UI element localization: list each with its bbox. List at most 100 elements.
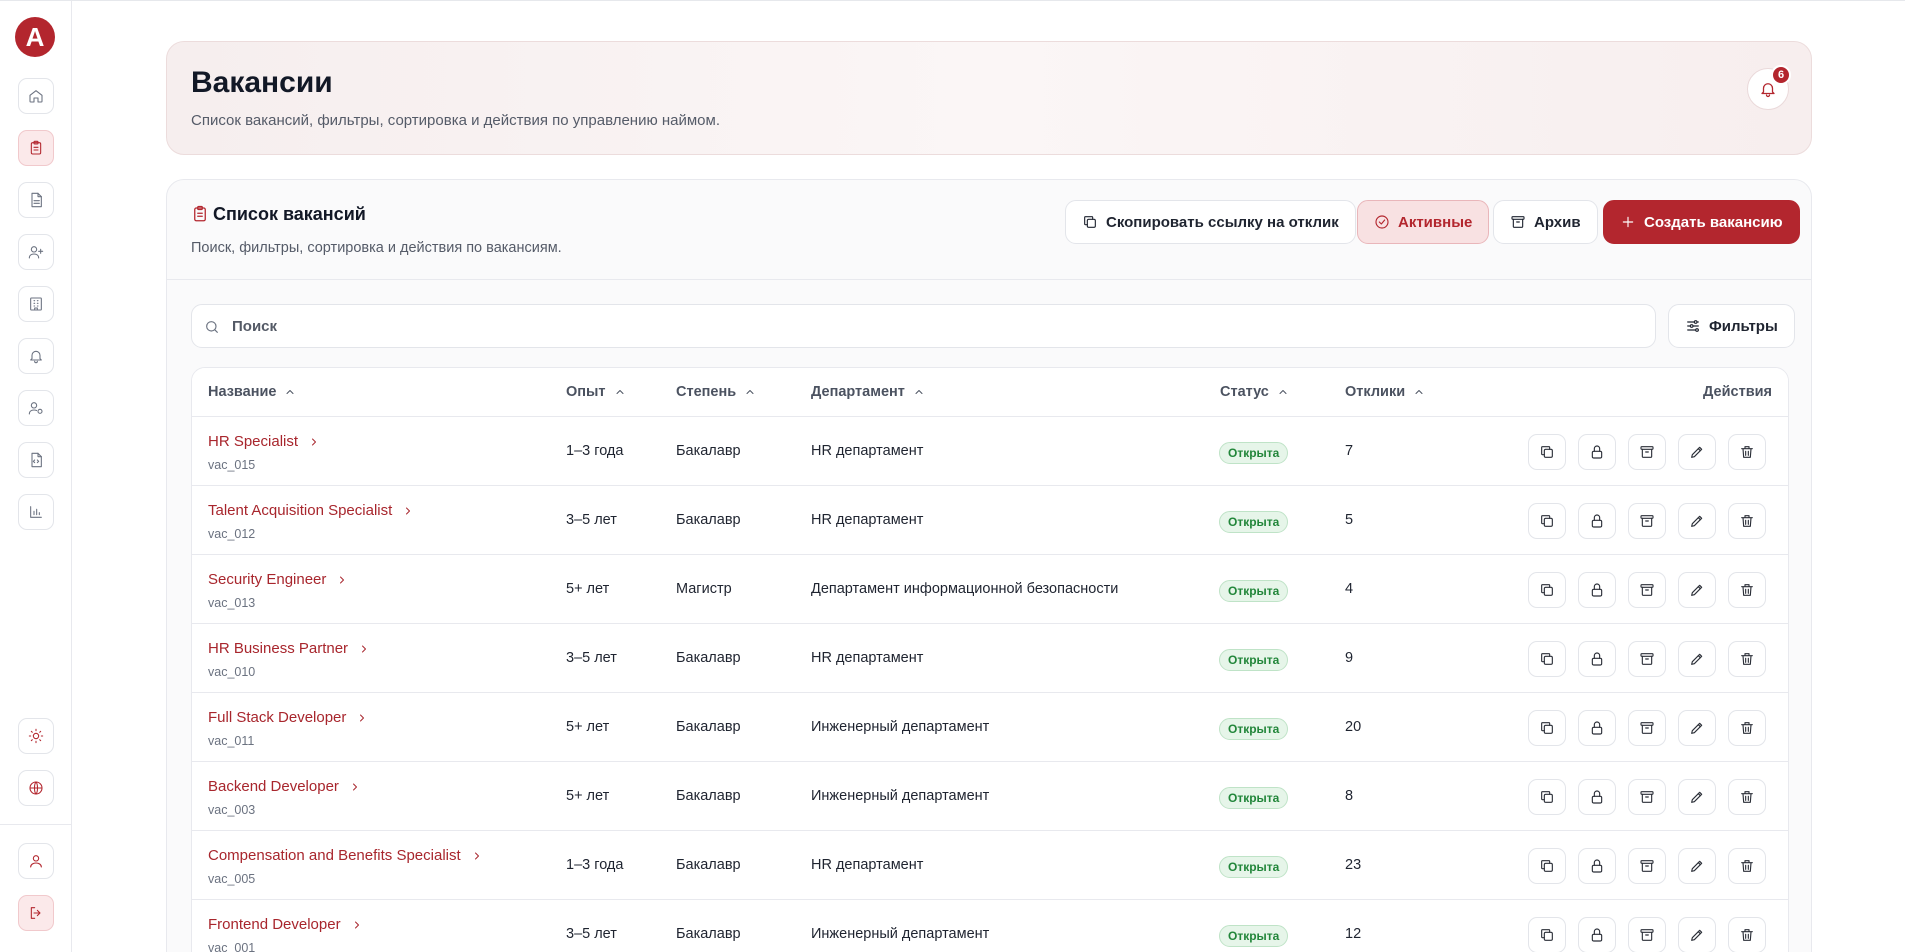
table-row: Compensation and Benefits Specialist vac… [192,831,1788,900]
edit-vacancy-button[interactable] [1678,779,1716,815]
active-filter-button[interactable]: Активные [1357,200,1490,244]
archive-vacancy-button[interactable] [1628,641,1666,677]
archive-vacancy-button[interactable] [1628,710,1666,746]
sidebar-item-vacancies[interactable] [18,130,54,166]
archive-vacancy-button[interactable] [1628,779,1666,815]
edit-vacancy-button[interactable] [1678,641,1716,677]
sidebar-item-candidates[interactable] [18,234,54,270]
edit-icon [1691,722,1703,734]
copy-vacancy-button[interactable] [1528,572,1566,608]
lock-vacancy-button[interactable] [1578,917,1616,952]
vacancy-degree: Бакалавр [676,857,741,873]
lock-vacancy-button[interactable] [1578,848,1616,884]
column-header-experience[interactable]: Опыт [566,384,626,400]
edit-vacancy-button[interactable] [1678,917,1716,952]
delete-vacancy-button[interactable] [1728,641,1766,677]
vacancy-name: HR Business Partner [208,640,349,657]
vacancy-degree: Бакалавр [676,650,741,666]
chevron-right-icon [352,783,357,790]
edit-vacancy-button[interactable] [1678,503,1716,539]
delete-vacancy-button[interactable] [1728,710,1766,746]
archive-vacancy-button[interactable] [1628,848,1666,884]
vacancy-name-link[interactable]: Security Engineer [208,571,348,588]
vacancy-experience: 3–5 лет [566,512,617,528]
delete-vacancy-button[interactable] [1728,848,1766,884]
theme-toggle-button[interactable] [18,718,54,754]
search-input[interactable] [232,305,1632,347]
vacancy-name: Security Engineer [208,571,327,588]
sidebar-item-departments[interactable] [18,286,54,322]
lock-vacancy-button[interactable] [1578,641,1616,677]
language-button[interactable] [18,770,54,806]
copy-vacancy-button[interactable] [1528,779,1566,815]
notifications-button[interactable]: 6 [1747,65,1791,110]
filters-button[interactable]: Фильтры [1668,304,1795,348]
vacancy-department: HR департамент [811,650,924,666]
status-badge: Открыта [1219,925,1289,947]
lock-vacancy-button[interactable] [1578,710,1616,746]
edit-vacancy-button[interactable] [1678,848,1716,884]
edit-vacancy-button[interactable] [1678,434,1716,470]
lock-vacancy-button[interactable] [1578,572,1616,608]
lock-vacancy-button[interactable] [1578,779,1616,815]
building-icon [30,297,42,311]
copy-vacancy-button[interactable] [1528,503,1566,539]
copy-vacancy-button[interactable] [1528,710,1566,746]
copy-response-link-button[interactable]: Скопировать ссылку на отклик [1065,200,1356,244]
profile-button[interactable] [18,843,54,879]
vacancy-name-link[interactable]: HR Business Partner [208,640,370,657]
vacancy-degree: Бакалавр [676,512,741,528]
column-header-department[interactable]: Департамент [811,384,925,400]
vacancy-name-link[interactable]: Compensation and Benefits Specialist [208,847,483,864]
copy-icon [1541,446,1553,458]
copy-vacancy-button[interactable] [1528,434,1566,470]
vacancy-name-link[interactable]: Talent Acquisition Specialist [208,502,414,519]
delete-vacancy-button[interactable] [1728,503,1766,539]
logout-button[interactable] [18,895,54,931]
sidebar-item-reports[interactable] [18,494,54,530]
plus-icon [1622,216,1634,228]
sidebar-item-notifications[interactable] [18,338,54,374]
user-settings-icon [28,402,43,415]
column-header-name[interactable]: Название [208,384,296,400]
delete-vacancy-button[interactable] [1728,779,1766,815]
lock-icon [1591,790,1603,804]
vacancy-name-link[interactable]: HR Specialist [208,433,320,450]
vacancy-name: HR Specialist [208,433,299,450]
archive-vacancy-button[interactable] [1628,572,1666,608]
column-header-responses[interactable]: Отклики [1345,384,1425,400]
delete-vacancy-button[interactable] [1728,434,1766,470]
vacancy-experience: 1–3 года [566,857,624,873]
delete-vacancy-button[interactable] [1728,917,1766,952]
column-header-status[interactable]: Статус [1220,384,1289,400]
copy-vacancy-button[interactable] [1528,848,1566,884]
archive-filter-button[interactable]: Архив [1493,200,1598,244]
create-vacancy-button[interactable]: Создать вакансию [1603,200,1800,244]
lock-vacancy-button[interactable] [1578,434,1616,470]
app-logo[interactable]: A [15,17,55,57]
lock-vacancy-button[interactable] [1578,503,1616,539]
vacancy-id: vac_013 [208,596,256,610]
vacancies-card-title: Список вакансий [213,204,366,224]
vacancy-name-link[interactable]: Backend Developer [208,778,361,795]
archive-icon [1640,515,1654,527]
archive-vacancy-button[interactable] [1628,434,1666,470]
app-root: A Вакансии Список вакансий, фильтры, сор… [0,0,1905,952]
sidebar-item-documents[interactable] [18,182,54,218]
status-badge: Открыта [1219,580,1289,602]
edit-icon [1691,791,1703,803]
copy-vacancy-button[interactable] [1528,917,1566,952]
column-header-status-label: Статус [1220,384,1269,400]
column-header-degree[interactable]: Степень [676,384,756,400]
vacancy-name-link[interactable]: Frontend Developer [208,916,363,933]
edit-vacancy-button[interactable] [1678,710,1716,746]
sidebar-item-home[interactable] [18,78,54,114]
edit-vacancy-button[interactable] [1678,572,1716,608]
vacancy-name-link[interactable]: Full Stack Developer [208,709,368,726]
archive-vacancy-button[interactable] [1628,917,1666,952]
archive-vacancy-button[interactable] [1628,503,1666,539]
sidebar-item-users[interactable] [18,390,54,426]
sidebar-item-templates[interactable] [18,442,54,478]
delete-vacancy-button[interactable] [1728,572,1766,608]
copy-vacancy-button[interactable] [1528,641,1566,677]
